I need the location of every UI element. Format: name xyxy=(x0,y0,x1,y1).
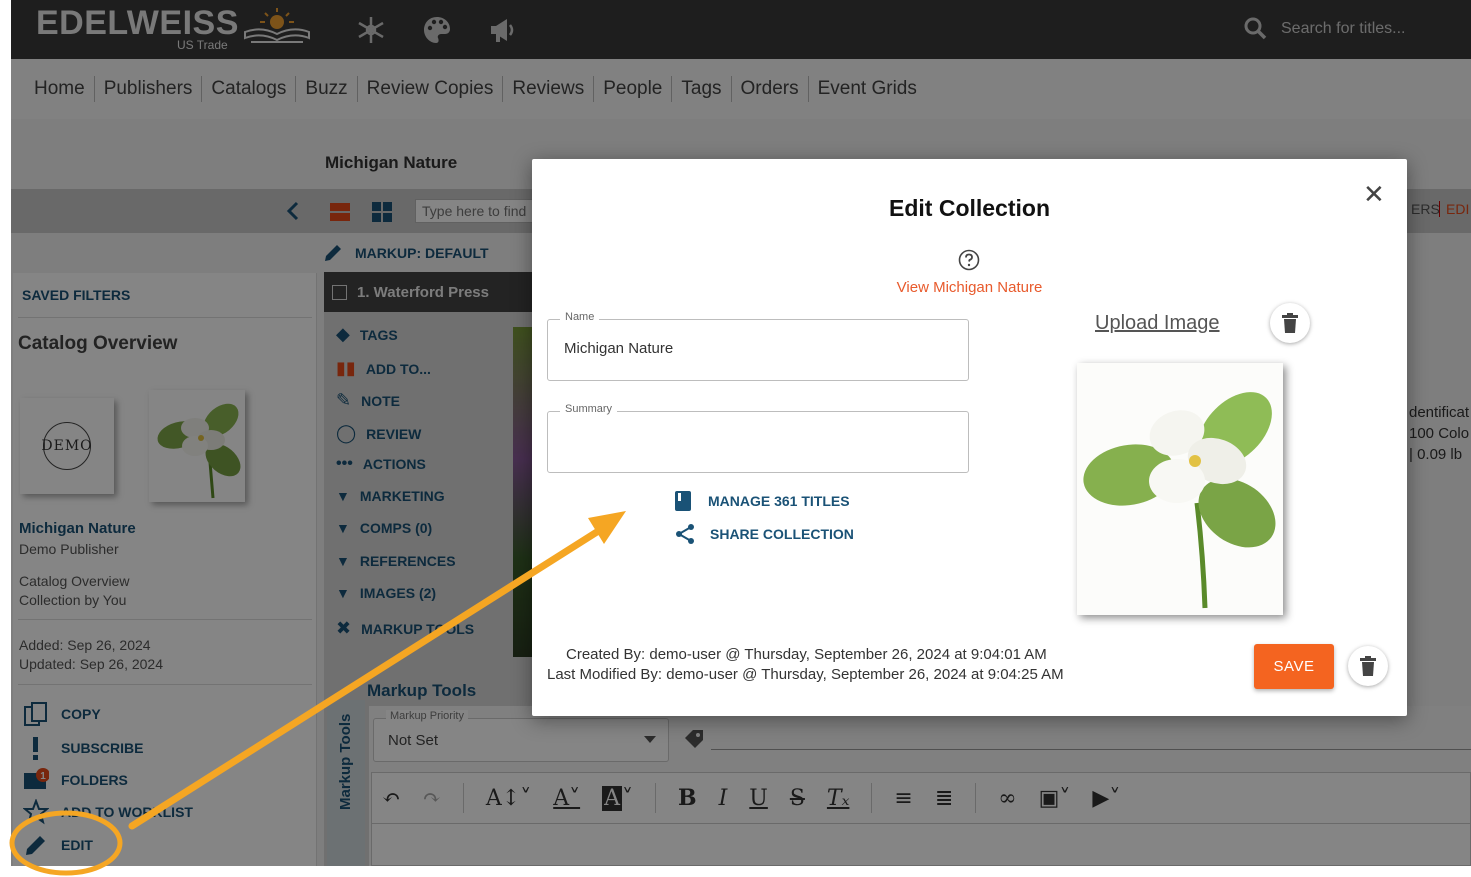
trash-icon xyxy=(1360,656,1376,676)
share-collection-button[interactable]: SHARE COLLECTION xyxy=(674,523,854,545)
edit-collection-dialog: ✕ Edit Collection View Michigan Nature N… xyxy=(532,159,1407,716)
dialog-title: Edit Collection xyxy=(889,195,1050,221)
share-collection-label: SHARE COLLECTION xyxy=(710,526,854,542)
manage-titles-label: MANAGE 361 TITLES xyxy=(708,493,850,509)
manage-titles-button[interactable]: MANAGE 361 TITLES xyxy=(674,490,850,512)
help-icon[interactable] xyxy=(958,249,980,271)
modified-by-text: Last Modified By: demo-user @ Thursday, … xyxy=(547,666,1064,683)
trash-icon xyxy=(1282,313,1298,333)
delete-collection-button[interactable] xyxy=(1348,646,1388,686)
save-button[interactable]: SAVE xyxy=(1254,644,1334,689)
upload-image-link[interactable]: Upload Image xyxy=(1095,312,1220,335)
share-icon xyxy=(676,524,694,544)
summary-field[interactable]: Summary xyxy=(547,403,969,473)
summary-label: Summary xyxy=(560,403,618,415)
delete-image-button[interactable] xyxy=(1270,303,1310,343)
name-input[interactable] xyxy=(564,340,944,357)
book-icon xyxy=(675,491,691,511)
view-collection-link[interactable]: View Michigan Nature xyxy=(532,279,1407,296)
summary-input[interactable] xyxy=(564,432,944,449)
name-label: Name xyxy=(560,311,600,323)
collection-cover-image[interactable] xyxy=(1077,363,1283,615)
created-by-text: Created By: demo-user @ Thursday, Septem… xyxy=(566,646,1047,663)
name-field[interactable]: Name xyxy=(547,311,969,381)
